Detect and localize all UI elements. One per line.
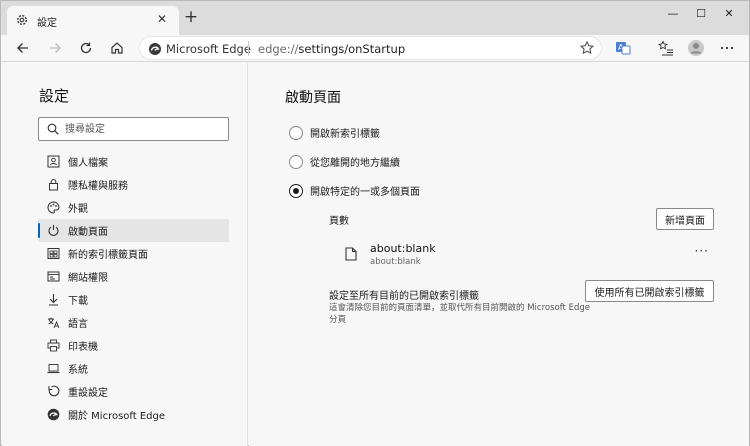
- set-all-tabs-heading: 設定至所有目前的已開啟索引標籤: [329, 291, 479, 302]
- more-actions-icon[interactable]: ···: [695, 244, 709, 258]
- option-label: 開啟特定的一或多個頁面: [310, 187, 420, 198]
- pages-heading: 頁數: [329, 216, 349, 227]
- set-all-tabs-description: 這會清除您目前的頁面清單，並取代所有目前開啟的 Microsoft Edge 分…: [329, 303, 590, 325]
- tab-title: 設定: [37, 18, 57, 29]
- sidebar-item-label: 隱私權與服務: [68, 181, 128, 192]
- sidebar-item-new-tab-page[interactable]: 新的索引標籤頁面: [38, 242, 229, 265]
- sidebar-item-site-permissions[interactable]: 網站權限: [38, 265, 229, 288]
- laptop-icon: [46, 362, 60, 376]
- option-continue-where-left[interactable]: 從您離開的地方繼續: [289, 154, 400, 169]
- download-icon: [46, 293, 60, 307]
- sidebar-item-profiles[interactable]: 個人檔案: [38, 150, 229, 173]
- use-all-open-tabs-button[interactable]: 使用所有已開啟索引標籤: [585, 280, 714, 302]
- browser-window: 設定 ✕ + — ☐ ✕ Microsoft Edge edge://setti…: [0, 0, 750, 446]
- address-bar[interactable]: Microsoft Edge edge://settings/onStartup: [139, 36, 602, 60]
- sidebar-item-label: 外觀: [68, 204, 88, 215]
- forward-icon[interactable]: [45, 38, 65, 58]
- sidebar-item-about-edge[interactable]: 關於 Microsoft Edge: [38, 403, 229, 426]
- edge-logo-icon: [46, 408, 60, 422]
- radio-button-selected[interactable]: [289, 183, 303, 198]
- settings-content: 啟動頁面 開啟新索引標籤 從您離開的地方繼續 開啟特定的一或多個頁面 頁數 新增…: [249, 63, 749, 446]
- back-icon[interactable]: [13, 38, 33, 58]
- site-name: Microsoft Edge: [166, 42, 251, 56]
- sidebar-item-printers[interactable]: 印表機: [38, 334, 229, 357]
- close-window-button[interactable]: ✕: [715, 5, 743, 23]
- more-options-icon[interactable]: [717, 38, 737, 58]
- sidebar-item-reset-settings[interactable]: 重設設定: [38, 380, 229, 403]
- navigation-toolbar: Microsoft Edge edge://settings/onStartup…: [1, 35, 749, 62]
- sidebar-item-on-startup[interactable]: 啟動頁面: [38, 219, 229, 242]
- minimize-button[interactable]: —: [659, 5, 687, 23]
- tab-settings[interactable]: 設定 ✕: [7, 6, 179, 35]
- new-tab-button[interactable]: +: [183, 9, 199, 26]
- document-icon: [345, 247, 357, 261]
- sidebar-item-label: 下載: [68, 296, 88, 307]
- close-tab-icon[interactable]: ✕: [155, 12, 169, 26]
- page-list-item: about:blank about:blank ···: [345, 242, 717, 270]
- sidebar-item-label: 個人檔案: [68, 158, 108, 169]
- sidebar-item-system[interactable]: 系統: [38, 357, 229, 380]
- sidebar-item-label: 新的索引標籤頁面: [68, 250, 148, 261]
- page-title-text: about:blank: [370, 242, 436, 255]
- site-permissions-icon: [46, 270, 60, 284]
- power-icon: [46, 224, 60, 238]
- sidebar-item-privacy[interactable]: 隱私權與服務: [38, 173, 229, 196]
- radio-button[interactable]: [289, 154, 303, 169]
- sidebar-item-label: 語言: [68, 319, 88, 330]
- new-tab-page-icon: [46, 247, 60, 261]
- option-open-new-tab[interactable]: 開啟新索引標籤: [289, 125, 380, 140]
- sidebar-item-label: 啟動頁面: [68, 227, 108, 238]
- option-label: 開啟新索引標籤: [310, 129, 380, 140]
- home-icon[interactable]: [107, 38, 127, 58]
- title-bar: 設定 ✕ + — ☐ ✕: [1, 1, 749, 35]
- sidebar-item-label: 系統: [68, 365, 88, 376]
- sidebar-item-label: 關於 Microsoft Edge: [68, 411, 166, 422]
- add-page-button[interactable]: 新增頁面: [656, 208, 714, 230]
- profile-icon: [46, 155, 60, 169]
- sidebar-item-downloads[interactable]: 下載: [38, 288, 229, 311]
- option-open-specific-pages[interactable]: 開啟特定的一或多個頁面: [289, 183, 420, 198]
- favorite-star-icon[interactable]: [579, 40, 595, 56]
- settings-sidebar: 設定 個人檔案 隱私權與服務 外觀 啟動頁面: [2, 63, 248, 446]
- language-icon: [46, 316, 60, 330]
- sidebar-item-label: 重設設定: [68, 388, 108, 399]
- address-divider: [248, 41, 249, 56]
- gear-icon: [15, 13, 29, 27]
- reset-icon: [46, 385, 60, 399]
- profile-avatar[interactable]: [686, 38, 706, 58]
- sidebar-title: 設定: [39, 87, 70, 105]
- page-url-text: about:blank: [370, 257, 421, 267]
- palette-icon: [46, 201, 60, 215]
- option-label: 從您離開的地方繼續: [310, 158, 400, 169]
- edge-logo-icon: [148, 42, 162, 56]
- settings-nav: 個人檔案 隱私權與服務 外觀 啟動頁面 新的索引標籤頁面 網站權限 下載 語言 …: [38, 150, 229, 426]
- radio-button[interactable]: [289, 125, 303, 140]
- refresh-icon[interactable]: [76, 38, 96, 58]
- sidebar-item-appearance[interactable]: 外觀: [38, 196, 229, 219]
- search-input[interactable]: [65, 121, 220, 137]
- sidebar-item-label: 網站權限: [68, 273, 108, 284]
- lock-icon: [46, 178, 60, 192]
- printer-icon: [46, 339, 60, 353]
- search-settings-box[interactable]: [38, 117, 229, 141]
- sidebar-item-languages[interactable]: 語言: [38, 311, 229, 334]
- url-text: edge://settings/onStartup: [258, 42, 406, 56]
- translate-icon[interactable]: A: [613, 38, 633, 58]
- search-icon: [47, 123, 59, 135]
- sidebar-item-label: 印表機: [68, 342, 98, 353]
- maximize-button[interactable]: ☐: [687, 5, 715, 23]
- favorites-list-icon[interactable]: [656, 38, 676, 58]
- page-title: 啟動頁面: [285, 90, 341, 106]
